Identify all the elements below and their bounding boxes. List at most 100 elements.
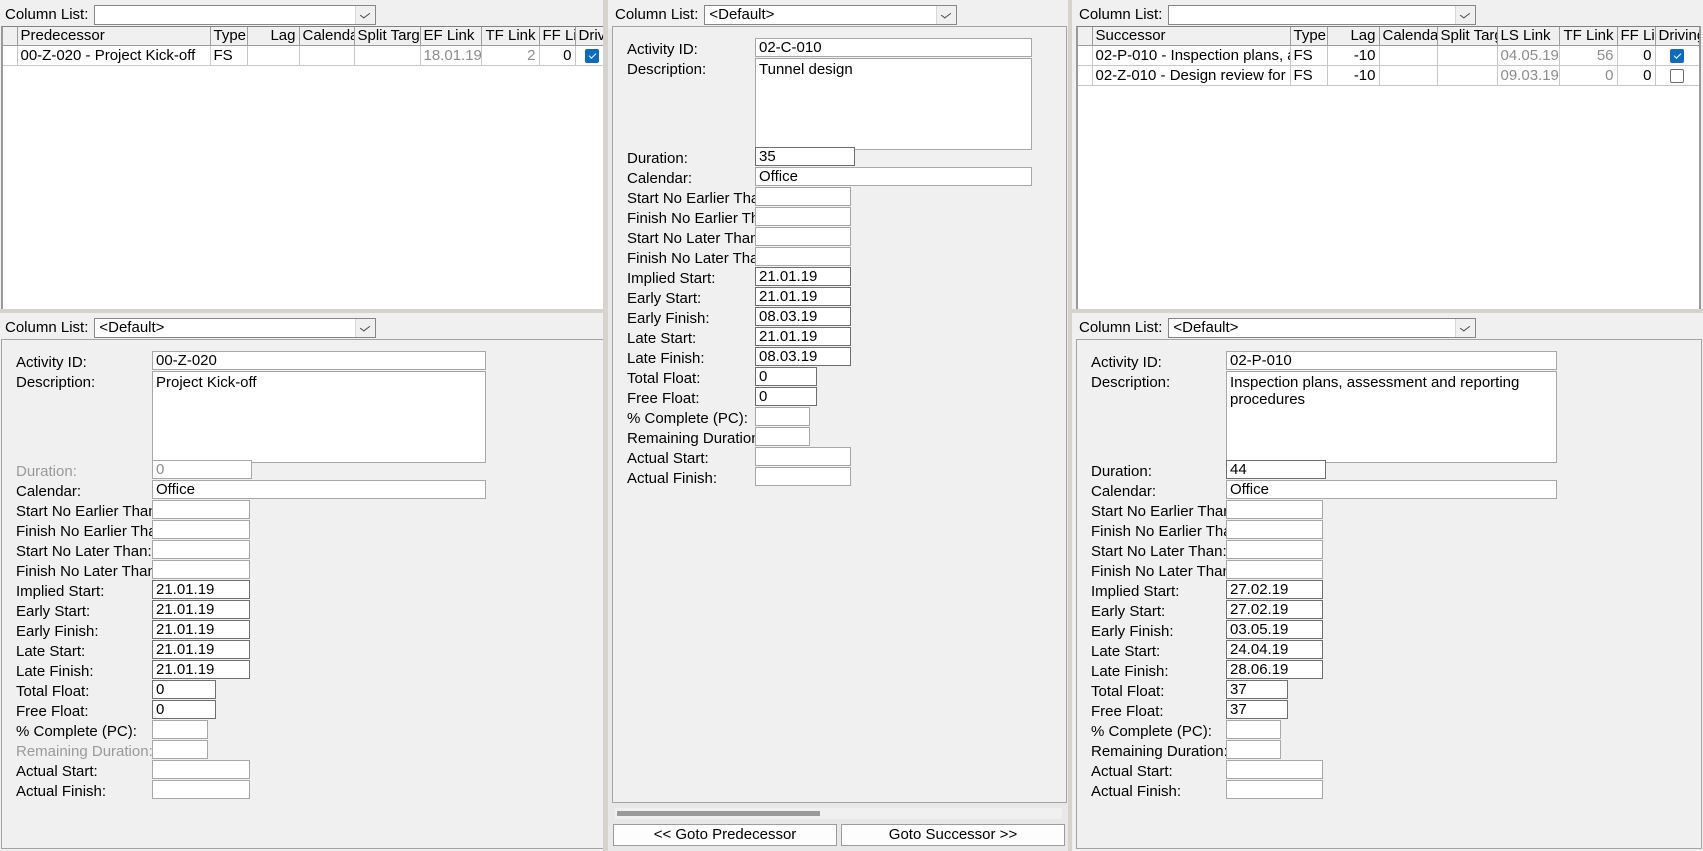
center-finish-no-earlier-field[interactable] <box>755 207 851 226</box>
col-header-ls-link[interactable]: LS Link <box>1497 27 1560 46</box>
predecessor-total-float-field[interactable]: 0 <box>152 680 216 699</box>
col-header-type[interactable]: Type <box>1290 27 1328 46</box>
predecessor-grid[interactable]: Predecessor Type Lag Calendar Split Targ… <box>1 26 606 311</box>
cell-calendar[interactable] <box>1379 45 1438 66</box>
predecessor-percent-complete-field[interactable] <box>152 720 208 739</box>
cell-ff-link[interactable]: 0 <box>539 45 576 66</box>
center-column-list-combo[interactable]: <Default> <box>704 4 958 25</box>
predecessor-finish-no-later-field[interactable] <box>152 560 250 579</box>
center-description-field[interactable]: Tunnel design <box>755 58 1032 150</box>
successor-early-finish-field[interactable]: 03.05.19 <box>1226 620 1323 639</box>
center-total-float-field[interactable]: 0 <box>755 367 817 386</box>
cell-lag[interactable]: -10 <box>1327 65 1380 86</box>
successor-finish-no-later-field[interactable] <box>1226 560 1323 579</box>
predecessor-implied-start-field[interactable]: 21.01.19 <box>152 580 250 599</box>
center-finish-no-later-field[interactable] <box>755 247 851 266</box>
successor-start-no-later-field[interactable] <box>1226 540 1323 559</box>
table-row[interactable]: 02-P-010 - Inspection plans, assessmen F… <box>1078 45 1699 66</box>
cell-predecessor[interactable]: 00-Z-020 - Project Kick-off <box>17 45 211 66</box>
successor-actual-start-field[interactable] <box>1226 760 1323 779</box>
center-late-start-field[interactable]: 21.01.19 <box>755 327 851 346</box>
predecessor-early-finish-field[interactable]: 21.01.19 <box>152 620 250 639</box>
successor-early-start-field[interactable]: 27.02.19 <box>1226 600 1323 619</box>
center-free-float-field[interactable]: 0 <box>755 387 817 406</box>
center-activity-id-field[interactable]: 02-C-010 <box>755 38 1032 57</box>
col-header-driving[interactable]: Driving <box>1655 27 1699 46</box>
center-remaining-duration-field[interactable] <box>755 427 810 446</box>
center-actual-start-field[interactable] <box>755 447 851 466</box>
successor-start-no-earlier-field[interactable] <box>1226 500 1323 519</box>
predecessor-finish-no-earlier-field[interactable] <box>152 520 250 539</box>
predecessor-actual-start-field[interactable] <box>152 760 250 779</box>
predecessor-start-no-later-field[interactable] <box>152 540 250 559</box>
chevron-down-icon[interactable] <box>355 318 376 337</box>
cell-successor[interactable]: 02-Z-010 - Design review for constructi <box>1092 65 1291 86</box>
driving-checkbox[interactable] <box>1670 69 1684 84</box>
left-horizontal-splitter[interactable] <box>0 309 604 313</box>
successor-grid[interactable]: Successor Type Lag Calendar Split Target… <box>1076 26 1701 311</box>
cell-type[interactable]: FS <box>1290 65 1328 86</box>
cell-driving[interactable] <box>575 45 604 66</box>
right-horizontal-splitter[interactable] <box>1071 309 1703 313</box>
successor-activity-id-field[interactable]: 02-P-010 <box>1226 351 1557 370</box>
successor-implied-start-field[interactable]: 27.02.19 <box>1226 580 1323 599</box>
cell-lag[interactable]: -10 <box>1327 45 1380 66</box>
row-selector[interactable] <box>1078 65 1093 86</box>
predecessor-actual-finish-field[interactable] <box>152 780 250 799</box>
cell-driving[interactable] <box>1655 65 1699 86</box>
scrollbar-thumb[interactable] <box>617 811 820 816</box>
successor-actual-finish-field[interactable] <box>1226 780 1323 799</box>
col-header-predecessor[interactable]: Predecessor <box>17 27 211 46</box>
driving-checkbox[interactable] <box>1670 49 1684 64</box>
cell-type[interactable]: FS <box>1290 45 1328 66</box>
successor-column-list-combo[interactable] <box>1168 4 1477 25</box>
cell-lag[interactable] <box>247 45 300 66</box>
col-header-type[interactable]: Type <box>210 27 248 46</box>
col-header-calendar[interactable]: Calendar <box>299 27 355 46</box>
col-header-tf-link[interactable]: TF Link <box>481 27 540 46</box>
center-calendar-field[interactable]: Office <box>755 167 1032 186</box>
center-actual-finish-field[interactable] <box>755 467 851 486</box>
col-header-ff-link[interactable]: FF Link <box>539 27 576 46</box>
predecessor-detail-column-list-combo[interactable]: <Default> <box>94 317 377 338</box>
cell-successor[interactable]: 02-P-010 - Inspection plans, assessmen <box>1092 45 1291 66</box>
successor-late-start-field[interactable]: 24.04.19 <box>1226 640 1323 659</box>
successor-free-float-field[interactable]: 37 <box>1226 700 1288 719</box>
successor-total-float-field[interactable]: 37 <box>1226 680 1288 699</box>
goto-predecessor-button[interactable]: << Goto Predecessor <box>613 824 837 846</box>
col-header-lag[interactable]: Lag <box>1327 27 1380 46</box>
center-percent-complete-field[interactable] <box>755 407 810 426</box>
predecessor-description-field[interactable]: Project Kick-off <box>152 371 486 463</box>
cell-split-target[interactable] <box>1437 65 1498 86</box>
center-late-finish-field[interactable]: 08.03.19 <box>755 347 851 366</box>
driving-checkbox[interactable] <box>584 49 599 64</box>
successor-description-field[interactable]: Inspection plans, assessment and reporti… <box>1226 371 1557 463</box>
center-horizontal-scrollbar[interactable] <box>615 808 1062 819</box>
center-start-no-earlier-field[interactable] <box>755 187 851 206</box>
center-early-start-field[interactable]: 21.01.19 <box>755 287 851 306</box>
col-header-split-target[interactable]: Split Target <box>354 27 421 46</box>
right-vertical-splitter[interactable] <box>1068 0 1072 851</box>
predecessor-late-start-field[interactable]: 21.01.19 <box>152 640 250 659</box>
successor-duration-field[interactable]: 44 <box>1226 460 1326 479</box>
chevron-down-icon[interactable] <box>1455 5 1476 24</box>
successor-detail-column-list-combo[interactable]: <Default> <box>1168 317 1477 338</box>
col-header-calendar[interactable]: Calendar <box>1379 27 1438 46</box>
row-selector[interactable] <box>3 45 18 66</box>
row-selector[interactable] <box>1078 45 1093 66</box>
predecessor-calendar-field[interactable]: Office <box>152 480 486 499</box>
col-header-successor[interactable]: Successor <box>1092 27 1291 46</box>
col-header-ff-link[interactable]: FF Link <box>1617 27 1656 46</box>
left-vertical-splitter[interactable] <box>603 0 608 851</box>
chevron-down-icon[interactable] <box>355 5 376 24</box>
predecessor-early-start-field[interactable]: 21.01.19 <box>152 600 250 619</box>
cell-ff-link[interactable]: 0 <box>1617 45 1656 66</box>
successor-calendar-field[interactable]: Office <box>1226 480 1557 499</box>
predecessor-late-finish-field[interactable]: 21.01.19 <box>152 660 250 679</box>
predecessor-column-list-combo[interactable] <box>94 4 377 25</box>
center-start-no-later-field[interactable] <box>755 227 851 246</box>
col-header-ef-link[interactable]: EF Link <box>420 27 482 46</box>
goto-successor-button[interactable]: Goto Successor >> <box>841 824 1065 846</box>
col-header-tf-link[interactable]: TF Link <box>1559 27 1618 46</box>
cell-split-target[interactable] <box>354 45 421 66</box>
